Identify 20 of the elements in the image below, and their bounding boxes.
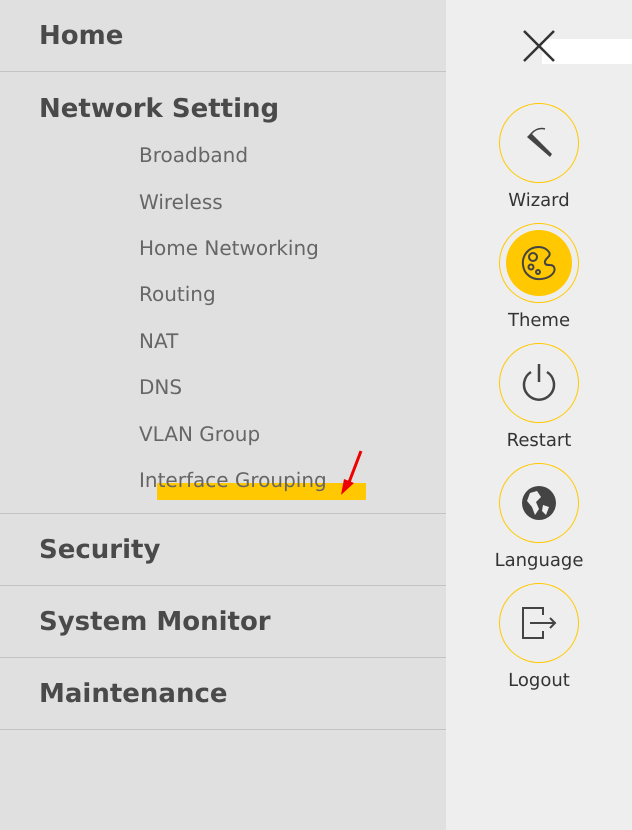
action-button[interactable]: Theme	[479, 223, 599, 343]
close-button[interactable]	[521, 28, 557, 64]
submenu-item[interactable]: Wireless	[139, 190, 223, 214]
submenu-item[interactable]: Routing	[139, 282, 216, 306]
action-button[interactable]: Language	[479, 463, 599, 583]
globe-icon	[521, 485, 557, 521]
menu-heading[interactable]: Network Setting	[0, 92, 446, 126]
submenu-item[interactable]: DNS	[139, 375, 182, 400]
action-button[interactable]: Restart	[479, 343, 599, 463]
submenu-item[interactable]: Home Networking	[139, 236, 319, 260]
submenu-item[interactable]: Broadband	[139, 143, 248, 168]
action-button[interactable]: Logout	[479, 583, 599, 703]
menu-heading[interactable]: Maintenance	[0, 658, 446, 730]
action-button[interactable]: Wizard	[479, 103, 599, 223]
menu-heading[interactable]: System Monitor	[0, 586, 446, 658]
submenu-item[interactable]: NAT	[139, 328, 178, 353]
submenu-item[interactable]: VLAN Group	[139, 422, 260, 446]
close-icon	[521, 28, 557, 64]
menu-heading[interactable]: Security	[0, 514, 446, 586]
menu-heading[interactable]: Home	[0, 0, 446, 71]
